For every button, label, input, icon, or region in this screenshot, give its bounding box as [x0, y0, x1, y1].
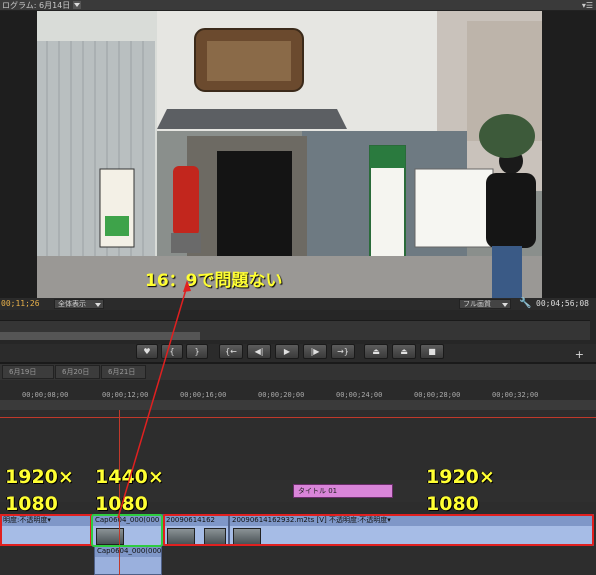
timeline-tabs: 6月19日 6月20日 6月21日	[0, 364, 596, 380]
playback-quality-select[interactable]: フル画質	[459, 299, 511, 309]
annotation-right: 1920× 1080	[426, 464, 495, 518]
duration-timecode: 00;04;56;08	[536, 299, 589, 308]
transport-controls: ♥ { } {← ◀| ▶ |▶ →} ⏏ ⏏ ■ +	[0, 344, 596, 362]
go-to-in-icon: {←	[225, 347, 237, 356]
monitor-timecode-bar: 00;11;26 全体表示 フル画質 🔧 00;04;56;08	[0, 298, 596, 310]
program-monitor-title: ログラム: 6月14日	[2, 0, 71, 10]
marker-icon: ♥	[143, 347, 151, 356]
ruler-tick-label: 00;00;12;00	[102, 391, 149, 399]
chevron-down-icon	[502, 303, 508, 307]
video-caption-annotation: 16：9で問題ない	[145, 271, 283, 291]
tab-sequence-1[interactable]: 6月19日	[2, 365, 54, 379]
highlight-box-middle	[91, 514, 163, 547]
annotation-middle-line1: 1440×	[95, 466, 164, 488]
tab-sequence-3[interactable]: 6月21日	[101, 365, 146, 379]
camera-icon: ■	[428, 347, 436, 356]
annotation-middle-line2: 1080	[95, 493, 148, 515]
add-marker-button[interactable]: ♥	[136, 344, 158, 359]
monitor-time-ruler[interactable]	[0, 310, 596, 344]
ruler-tick-label: 00;00;28;00	[414, 391, 461, 399]
annotation-middle: 1440× 1080	[95, 464, 164, 518]
step-forward-button[interactable]: |▶	[303, 344, 327, 359]
annotation-right-line1: 1920×	[426, 466, 495, 488]
extract-icon: ⏏	[400, 347, 408, 356]
ruler-tick-label: 00;00;20;00	[258, 391, 305, 399]
zoom-fit-label: 全体表示	[58, 300, 86, 308]
current-timecode[interactable]: 00;11;26	[1, 299, 40, 308]
ruler-tick-label: 00;00;32;00	[492, 391, 539, 399]
playback-quality-label: フル画質	[463, 300, 491, 308]
panel-menu-icon[interactable]: ▾☰	[582, 1, 593, 10]
annotation-left-line1: 1920×	[5, 466, 74, 488]
annotation-right-line2: 1080	[426, 493, 479, 515]
mark-in-icon: {	[169, 347, 175, 356]
highlight-box-left	[0, 514, 92, 546]
tab-label: 6月19日	[9, 368, 37, 376]
play-icon: ▶	[283, 347, 291, 356]
lift-button[interactable]: ⏏	[364, 344, 388, 359]
ruler-tick-label: 00;00;08;00	[22, 391, 69, 399]
ruler-tick-label: 00;00;16;00	[180, 391, 227, 399]
step-back-icon: ◀|	[254, 347, 264, 356]
step-forward-icon: |▶	[310, 347, 320, 356]
program-monitor-video: 16：9で問題ない	[0, 11, 596, 298]
mark-in-button[interactable]: {	[161, 344, 183, 359]
step-back-button[interactable]: ◀|	[247, 344, 271, 359]
clip-audio-middle[interactable]: Cap0604_000(000	[94, 546, 162, 575]
lift-icon: ⏏	[372, 347, 380, 356]
mark-out-button[interactable]: }	[186, 344, 208, 359]
sequence-dropdown-icon[interactable]	[73, 1, 82, 9]
extract-button[interactable]: ⏏	[392, 344, 416, 359]
chevron-down-icon	[95, 303, 101, 307]
export-frame-button[interactable]: ■	[420, 344, 444, 359]
monitor-zoom-scrollbar[interactable]	[0, 332, 200, 340]
program-monitor-header: ログラム: 6月14日 ▾☰	[0, 0, 596, 11]
zoom-fit-select[interactable]: 全体表示	[54, 299, 104, 309]
timeline-work-area-bar[interactable]	[0, 400, 596, 410]
tab-label: 6月21日	[108, 368, 136, 376]
clip-label: Cap0604_000(000	[95, 547, 161, 557]
settings-wrench-icon[interactable]: 🔧	[519, 298, 531, 309]
video-frame	[37, 11, 542, 298]
render-bar	[0, 417, 596, 418]
highlight-box-right	[163, 514, 594, 546]
ruler-tick-label: 00;00;24;00	[336, 391, 383, 399]
title-clip[interactable]: タイトル 01	[293, 484, 393, 498]
video-still-image	[37, 11, 542, 298]
annotation-left: 1920× 1080	[5, 464, 74, 518]
go-to-in-button[interactable]: {←	[219, 344, 243, 359]
add-button-icon[interactable]: +	[575, 348, 584, 361]
go-to-out-icon: →}	[337, 347, 349, 356]
mark-out-icon: }	[194, 347, 200, 356]
annotation-left-line2: 1080	[5, 493, 58, 515]
timeline-ruler[interactable]: 00;00;08;00 00;00;12;00 00;00;16;00 00;0…	[0, 380, 596, 410]
tab-label: 6月20日	[62, 368, 90, 376]
play-button[interactable]: ▶	[275, 344, 299, 359]
tab-sequence-2[interactable]: 6月20日	[55, 365, 100, 379]
go-to-out-button[interactable]: →}	[331, 344, 355, 359]
